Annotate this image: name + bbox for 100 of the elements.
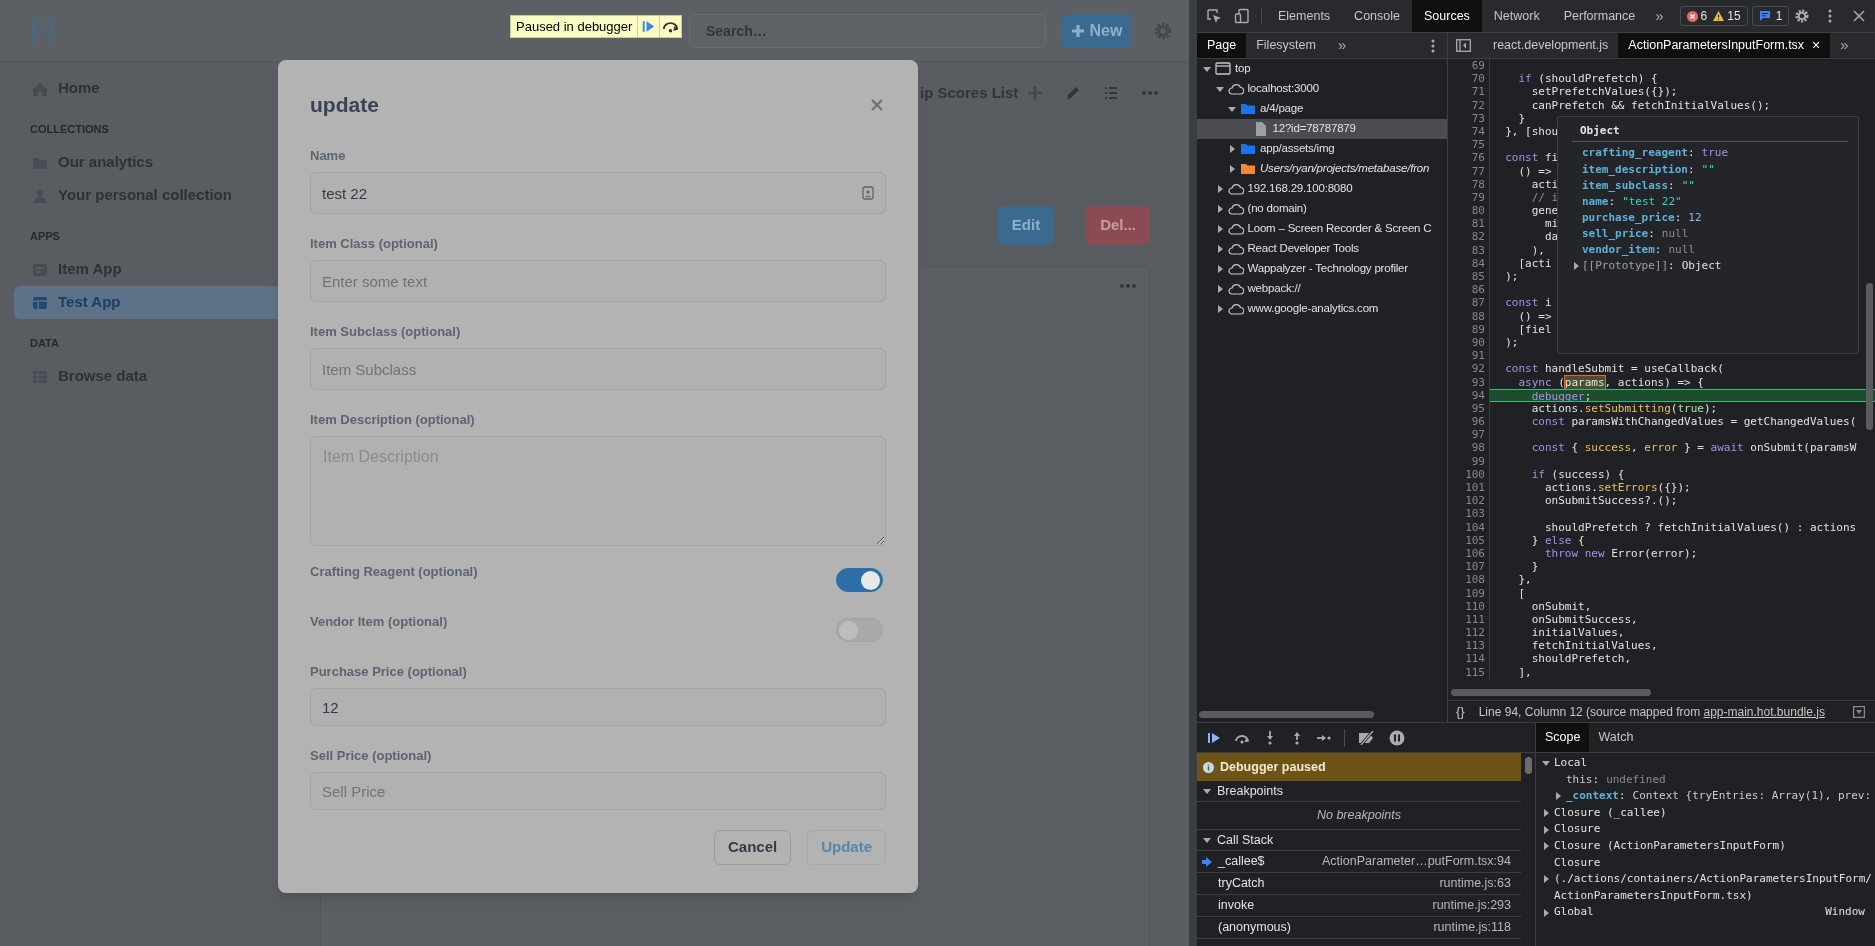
function-name[interactable]: tryCatch: [1218, 874, 1265, 893]
messages-counter[interactable]: 1: [1751, 6, 1790, 26]
tree-item[interactable]: 12?id=78787879: [1197, 119, 1447, 139]
caret-icon[interactable]: [1542, 842, 1550, 851]
text-field[interactable]: Sell Price: [310, 772, 886, 810]
function-name[interactable]: _callee$: [1218, 852, 1265, 871]
file-location[interactable]: runtime.js:63: [1439, 874, 1511, 893]
caret-icon[interactable]: [1542, 809, 1550, 818]
caret-icon[interactable]: [1215, 85, 1224, 93]
text-field[interactable]: Item Subclass: [310, 348, 886, 390]
tree-item[interactable]: app/assets/img: [1197, 139, 1447, 159]
tree-item[interactable]: a/4/page: [1197, 99, 1447, 119]
more-vertical-icon[interactable]: [1828, 9, 1832, 23]
line-number: 106: [1448, 546, 1490, 561]
warning-icon: [1713, 11, 1725, 21]
close-icon[interactable]: [1853, 10, 1865, 22]
scope-name[interactable]: Closure (_callee): [1554, 804, 1667, 822]
inspect-icon[interactable]: [1206, 8, 1222, 24]
function-name[interactable]: (anonymous): [1218, 918, 1291, 937]
navigator-tab[interactable]: Filesystem: [1246, 33, 1326, 58]
caret-icon[interactable]: [1542, 825, 1550, 834]
cancel-button[interactable]: Cancel: [713, 830, 792, 865]
tree-item[interactable]: www.google-analytics.com: [1197, 299, 1447, 319]
settings-icon[interactable]: [1794, 8, 1810, 24]
property-value: "": [1701, 162, 1715, 176]
file-location[interactable]: runtime.js:118: [1433, 918, 1511, 937]
file-location[interactable]: runtime.js:293: [1432, 896, 1511, 915]
code-line: );: [1504, 270, 1519, 284]
line-number: 71: [1448, 85, 1490, 99]
close-tab-button[interactable]: ×: [1812, 35, 1821, 56]
caret-icon[interactable]: [1572, 261, 1580, 270]
scope-name[interactable]: Local: [1554, 755, 1588, 772]
toggle-switch[interactable]: [836, 618, 883, 642]
property-value: Context {tryEntries: Array(1), prev:: [1632, 788, 1872, 805]
caret-icon[interactable]: [1554, 792, 1562, 801]
tree-item[interactable]: Users/ryan/projects/metabase/fron: [1197, 159, 1447, 179]
pause-exceptions-icon[interactable]: [1389, 729, 1405, 746]
more-vertical-icon[interactable]: [1431, 38, 1435, 53]
file-tab[interactable]: react.development.js: [1483, 33, 1619, 58]
deactivate-breakpoints-icon[interactable]: [1358, 730, 1376, 745]
scope-name[interactable]: Closure: [1554, 821, 1601, 838]
navigator-tab[interactable]: Page: [1197, 33, 1247, 58]
caret-icon[interactable]: [1215, 305, 1224, 313]
caret-icon[interactable]: [1542, 908, 1550, 917]
caret-icon[interactable]: [1215, 285, 1224, 293]
sidebar-toggle-icon[interactable]: [1456, 39, 1471, 52]
scope-tab[interactable]: Watch: [1589, 723, 1643, 752]
panel-tab[interactable]: Console: [1342, 0, 1412, 32]
caret-icon[interactable]: [1215, 245, 1224, 253]
caret-icon[interactable]: [1228, 105, 1236, 113]
panel-tab[interactable]: Performance: [1551, 0, 1648, 32]
file-location[interactable]: ActionParameter…putForm.tsx:94: [1322, 852, 1511, 871]
line-number: 88: [1448, 309, 1490, 323]
caret-icon[interactable]: [1215, 205, 1224, 213]
section-header[interactable]: Breakpoints: [1197, 781, 1521, 802]
more-tabs-button[interactable]: »: [1647, 4, 1672, 28]
line-number: 110: [1448, 599, 1490, 613]
drawer-toggle-icon[interactable]: [1853, 705, 1865, 718]
tree-item[interactable]: 192.168.29.100:8080: [1197, 179, 1447, 199]
text-field[interactable]: Enter some text: [310, 260, 886, 302]
code-line: onSubmit,: [1530, 599, 1592, 613]
caret-icon[interactable]: [1228, 145, 1236, 153]
scope-tab[interactable]: Scope: [1536, 723, 1590, 752]
caret-icon[interactable]: [1542, 759, 1550, 768]
function-name[interactable]: invoke: [1218, 896, 1255, 915]
caret-icon[interactable]: [1215, 225, 1224, 233]
caret-icon[interactable]: [1203, 836, 1211, 844]
more-tabs-button[interactable]: »: [1325, 34, 1359, 57]
scope-name[interactable]: Closure (ActionParametersInputForm): [1554, 837, 1786, 855]
panel-tab[interactable]: Elements: [1266, 0, 1343, 32]
caret-icon[interactable]: [1203, 787, 1211, 795]
tree-item[interactable]: localhost:3000: [1197, 79, 1447, 99]
caret-icon[interactable]: [1542, 875, 1550, 884]
source-link[interactable]: app-main.hot.bundle.js: [1703, 704, 1825, 719]
scope-name[interactable]: Global: [1554, 904, 1594, 921]
text-field[interactable]: test 22: [310, 172, 886, 214]
panel-tab[interactable]: Network: [1481, 0, 1552, 32]
paused-message: Debugger paused: [1220, 758, 1326, 776]
section-header[interactable]: Call Stack: [1197, 830, 1521, 851]
pretty-print-button[interactable]: {}: [1456, 701, 1465, 722]
tree-item[interactable]: top: [1197, 59, 1447, 79]
file-tab[interactable]: ActionParametersInputForm.tsx ×: [1618, 33, 1831, 58]
resume-icon[interactable]: [1207, 730, 1221, 745]
more-tabs-button[interactable]: »: [1830, 34, 1859, 57]
field-label: Purchase Price (optional): [310, 664, 468, 680]
scope-name[interactable]: Closure: [1554, 854, 1872, 872]
panel-tab[interactable]: Sources: [1412, 0, 1482, 32]
caret-icon[interactable]: [1215, 265, 1224, 273]
tree-item[interactable]: Wappalyzer - Technology profiler: [1197, 259, 1447, 279]
caret-icon[interactable]: [1215, 185, 1224, 193]
caret-icon[interactable]: [1203, 65, 1211, 73]
issues-counter[interactable]: 6 15: [1679, 6, 1748, 26]
tree-item[interactable]: Loom – Screen Recorder & Screen C: [1197, 219, 1447, 239]
toggle-switch[interactable]: [836, 568, 883, 592]
tree-item[interactable]: webpack://: [1197, 279, 1447, 299]
text-field[interactable]: 12: [310, 688, 886, 726]
device-icon[interactable]: [1234, 8, 1250, 24]
tree-item[interactable]: (no domain): [1197, 199, 1447, 219]
caret-icon[interactable]: [1228, 165, 1236, 173]
tree-item[interactable]: React Developer Tools: [1197, 239, 1447, 259]
